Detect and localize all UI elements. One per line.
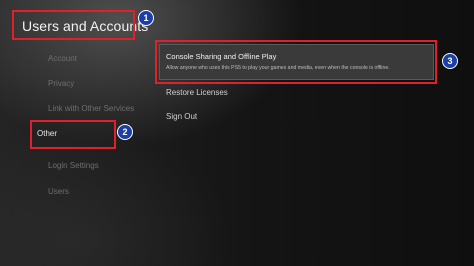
sidebar-item-privacy[interactable]: Privacy [48,79,74,88]
step-badge-3: 3 [442,53,458,69]
sidebar-item-account[interactable]: Account [48,54,77,63]
other-highlight-box [30,120,116,149]
restore-licenses-option[interactable]: Restore Licenses [166,88,228,97]
step-badge-2: 2 [117,124,133,140]
sidebar-item-login-settings[interactable]: Login Settings [48,161,99,170]
sidebar-item-users[interactable]: Users [48,187,69,196]
option-highlight-box [155,40,437,84]
sidebar-item-link-with-other-services[interactable]: Link with Other Services [48,104,134,113]
sign-out-option[interactable]: Sign Out [166,112,197,121]
step-badge-1: 1 [138,10,154,26]
title-highlight-box [12,10,135,40]
